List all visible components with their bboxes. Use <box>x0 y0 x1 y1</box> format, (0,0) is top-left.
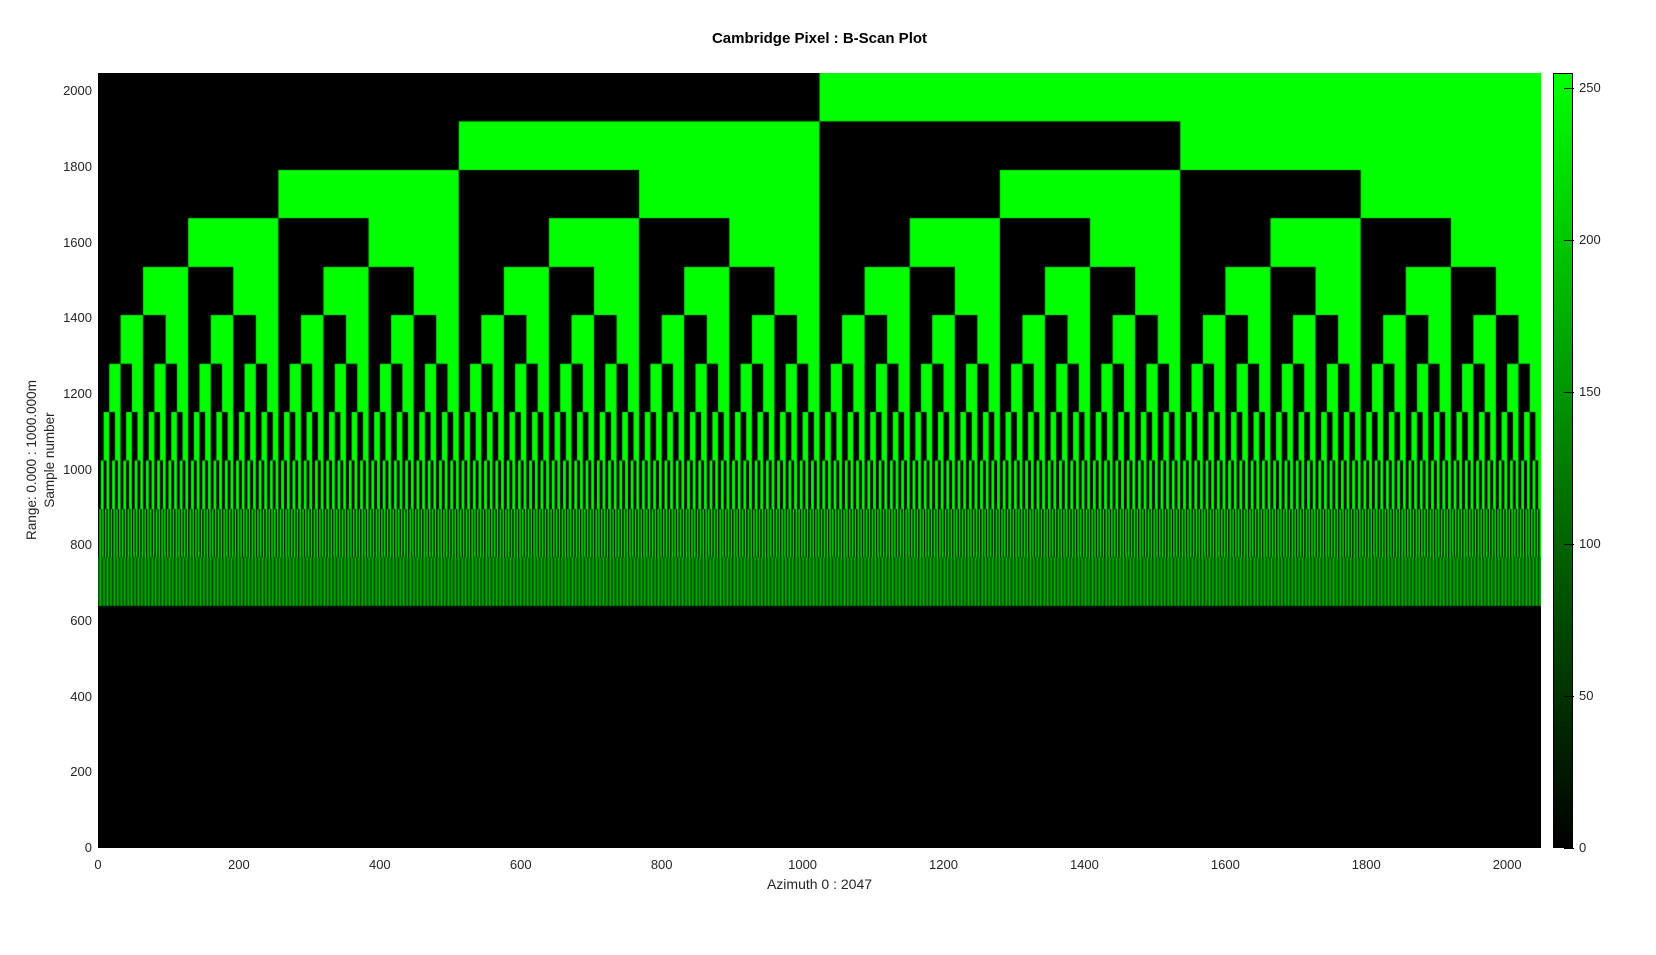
x-tick-label: 1200 <box>909 857 979 872</box>
bscan-heatmap-image <box>98 73 1541 848</box>
colorbar-tick-label: 100 <box>1579 536 1601 551</box>
y-axis-label-sample: Sample number <box>41 380 59 540</box>
y-tick-label: 1000 <box>38 462 92 477</box>
y-tick-label: 0 <box>38 840 92 855</box>
x-tick-label: 1800 <box>1331 857 1401 872</box>
y-tick-label: 600 <box>38 613 92 628</box>
y-tick-label: 2000 <box>38 83 92 98</box>
y-axis-label-range: Range: 0.000 : 1000.000m <box>23 380 41 540</box>
colorbar-tick-label: 0 <box>1579 840 1586 855</box>
plot-title: Cambridge Pixel : B-Scan Plot <box>98 30 1541 47</box>
y-axis-label: Range: 0.000 : 1000.000m Sample number <box>23 380 59 540</box>
y-tick-label: 800 <box>38 537 92 552</box>
colorbar <box>1553 73 1573 848</box>
y-tick-label: 400 <box>38 689 92 704</box>
colorbar-tick-label: 200 <box>1579 232 1601 247</box>
x-tick-label: 1600 <box>1190 857 1260 872</box>
colorbar-tick-mark <box>1564 240 1574 241</box>
x-tick-label: 1400 <box>1049 857 1119 872</box>
colorbar-tick-mark <box>1564 848 1574 849</box>
bscan-figure: Cambridge Pixel : B-Scan Plot Azimuth 0 … <box>0 0 1656 955</box>
x-tick-label: 800 <box>627 857 697 872</box>
x-tick-label: 400 <box>345 857 415 872</box>
y-tick-label: 1800 <box>38 159 92 174</box>
x-axis-label: Azimuth 0 : 2047 <box>98 876 1541 892</box>
y-tick-label: 200 <box>38 764 92 779</box>
colorbar-tick-mark <box>1564 696 1574 697</box>
x-tick-label: 2000 <box>1472 857 1542 872</box>
y-tick-label: 1200 <box>38 386 92 401</box>
x-tick-label: 0 <box>63 857 133 872</box>
y-tick-label: 1600 <box>38 235 92 250</box>
colorbar-tick-label: 250 <box>1579 80 1601 95</box>
colorbar-tick-mark <box>1564 544 1574 545</box>
colorbar-tick-label: 50 <box>1579 688 1593 703</box>
colorbar-tick-label: 150 <box>1579 384 1601 399</box>
colorbar-tick-mark <box>1564 88 1574 89</box>
y-tick-label: 1400 <box>38 310 92 325</box>
x-tick-label: 200 <box>204 857 274 872</box>
x-tick-label: 1000 <box>768 857 838 872</box>
x-tick-label: 600 <box>486 857 556 872</box>
colorbar-tick-mark <box>1564 392 1574 393</box>
